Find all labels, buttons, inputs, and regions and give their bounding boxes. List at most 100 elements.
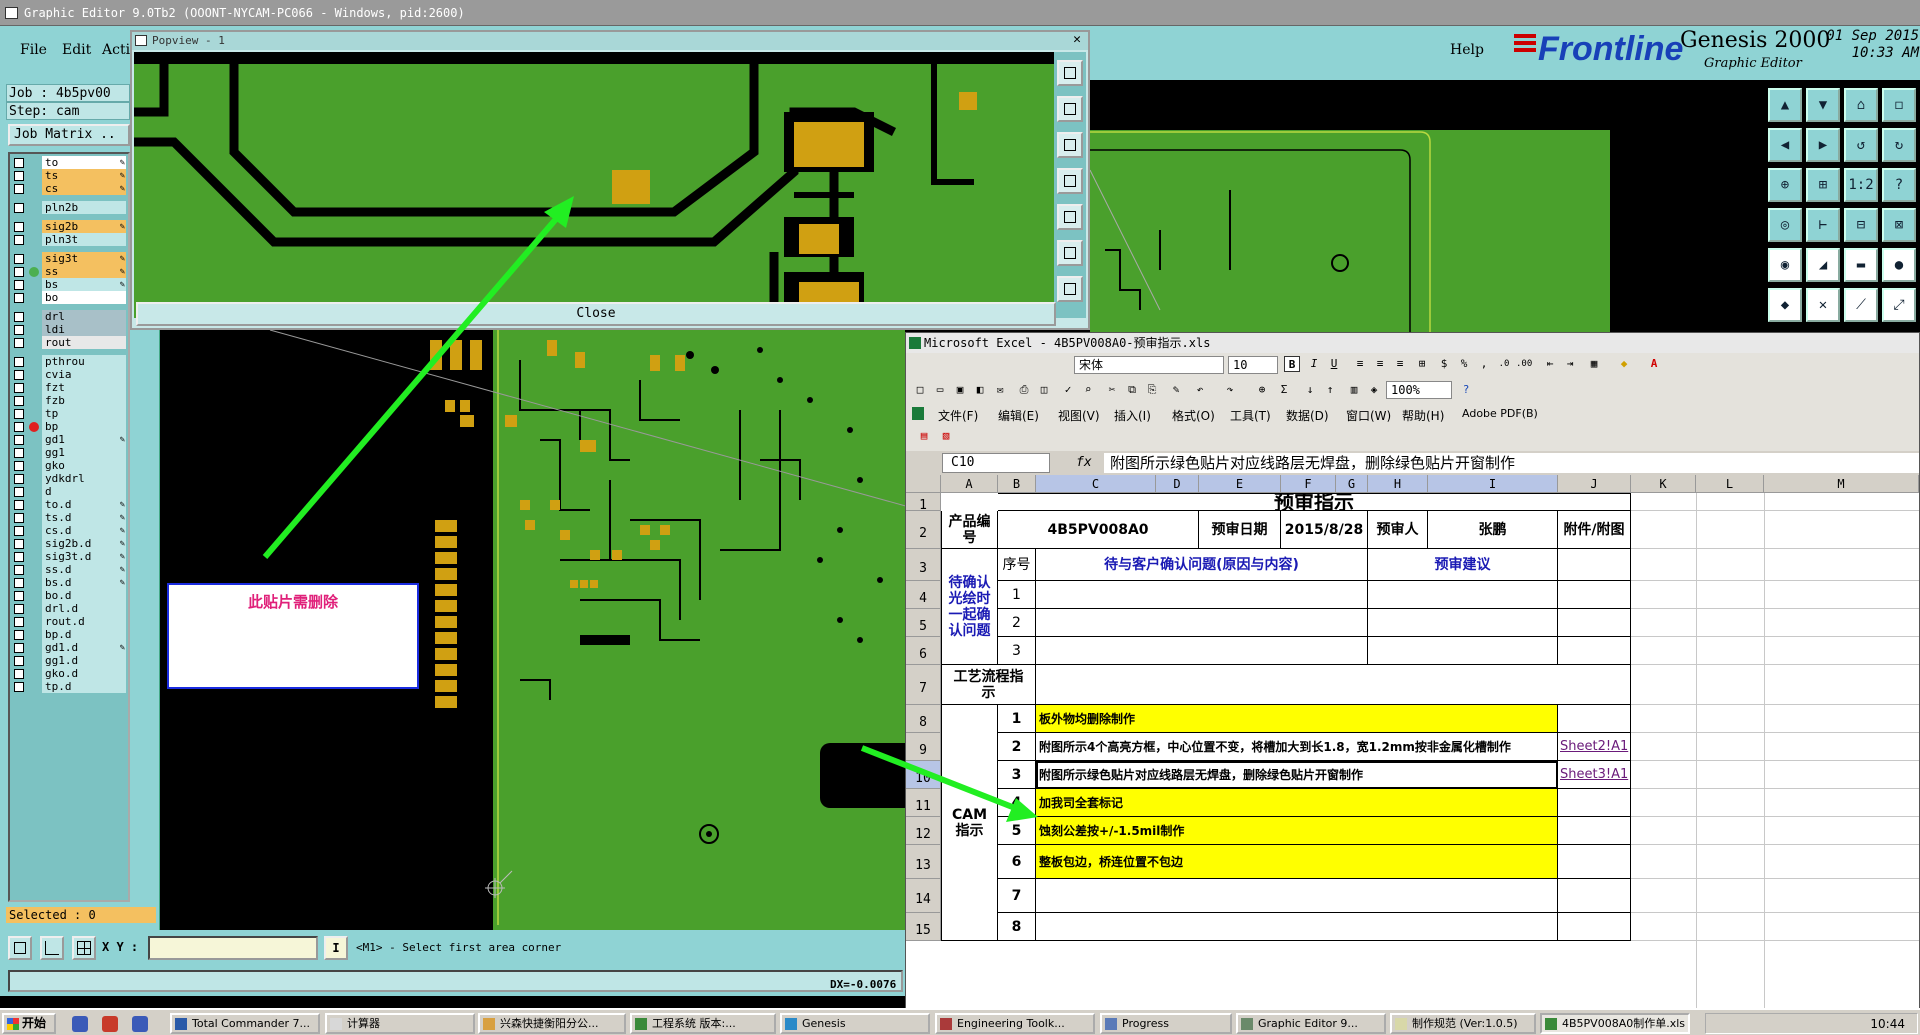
column-header[interactable]: E [1199, 475, 1281, 493]
chart-wizard-icon[interactable]: ▥ [1346, 382, 1362, 398]
zoom-home-button[interactable]: ▲ [1768, 88, 1802, 122]
sheet-title[interactable]: 预审指示 [998, 493, 1631, 511]
merge-icon[interactable]: ⊞ [1414, 356, 1430, 372]
process-label[interactable]: 工艺流程指示 [941, 665, 1036, 705]
layer-checkbox[interactable] [14, 617, 24, 627]
job-matrix-button[interactable]: Job Matrix .. [8, 124, 130, 146]
cam-item-number[interactable]: 3 [998, 761, 1036, 789]
taskbar-item[interactable]: Graphic Editor 9... [1236, 1013, 1386, 1034]
save-icon[interactable]: ▣ [952, 382, 968, 398]
attachment-cell[interactable] [1558, 609, 1631, 637]
xl-menu-adobe[interactable]: Adobe PDF(B) [1462, 407, 1538, 420]
layer-row-bs-d[interactable]: bs.d ✎ [12, 576, 128, 590]
attachment-cell[interactable] [1558, 581, 1631, 609]
layer-row-rout-d[interactable]: rout.d [12, 615, 128, 629]
open-icon[interactable]: ▭ [932, 382, 948, 398]
cam-item-text[interactable]: 蚀刻公差按+/-1.5mil制作 [1036, 817, 1558, 845]
row-header[interactable]: 2 [906, 511, 941, 549]
suggest-header[interactable]: 预审建议 [1368, 549, 1558, 581]
seq-label[interactable]: 序号 [998, 549, 1036, 581]
taskbar-item[interactable]: Progress [1100, 1013, 1232, 1034]
layer-row-gg1-d[interactable]: gg1.d [12, 654, 128, 668]
layer-row-ldi[interactable]: ldi [12, 323, 128, 337]
layer-name[interactable]: fzb [42, 394, 126, 407]
active-cell[interactable]: 附图所示绿色贴片对应线路层无焊盘，删除绿色贴片开窗制作 [1036, 761, 1558, 789]
indent-icon[interactable]: ⇥ [1562, 356, 1578, 372]
popview-close-icon[interactable]: ✕ [1070, 33, 1084, 48]
font-color-icon[interactable]: A [1646, 356, 1662, 372]
row-header[interactable]: 4 [906, 581, 941, 609]
xl-menu-help[interactable]: 帮助(H) [1402, 407, 1444, 424]
layer-row-gd1[interactable]: gd1 ✎ [12, 433, 128, 447]
sheet-link[interactable]: Sheet2!A1 [1558, 733, 1631, 761]
research-icon[interactable]: ⌕ [1080, 382, 1096, 398]
cam-item-number[interactable]: 8 [998, 913, 1036, 941]
seq-number[interactable]: 2 [998, 609, 1036, 637]
cam-item-number[interactable]: 4 [998, 789, 1036, 817]
pad-button[interactable]: ▬ [1844, 248, 1878, 282]
cam-item-text[interactable]: 整板包边，桥连位置不包边 [1036, 845, 1558, 879]
zoom-back-button[interactable]: ↺ [1844, 128, 1878, 162]
layer-name[interactable]: ydkdrl [42, 472, 126, 485]
layer-name[interactable]: d [42, 485, 126, 498]
layer-checkbox[interactable] [14, 669, 24, 679]
attachment-cell[interactable] [1558, 789, 1631, 817]
bold-icon[interactable]: B [1284, 356, 1300, 372]
grid-button[interactable] [72, 936, 96, 960]
layer-row-to-d[interactable]: to.d ✎ [12, 498, 128, 512]
layer-row-bp-d[interactable]: bp.d [12, 628, 128, 642]
layer-checkbox[interactable] [14, 539, 24, 549]
column-header[interactable]: F [1281, 475, 1336, 493]
arc-button[interactable]: ● [1882, 248, 1916, 282]
column-header[interactable]: J [1558, 475, 1631, 493]
row-header[interactable]: 14 [906, 879, 941, 913]
redo-icon[interactable]: ↷ [1222, 382, 1238, 398]
copy-icon[interactable]: ⧉ [1124, 382, 1140, 398]
zoom-fit-button[interactable]: ⌂ [1844, 88, 1878, 122]
layer-row-bs[interactable]: bs ✎ [12, 278, 128, 292]
underline-icon[interactable]: U [1326, 356, 1342, 372]
pv-pan-left-button[interactable] [1057, 168, 1083, 194]
layer-row-sig2b-d[interactable]: sig2b.d ✎ [12, 537, 128, 551]
popview-close-button[interactable]: Close [136, 302, 1056, 326]
measure-button[interactable]: ⊢ [1806, 208, 1840, 242]
row-header[interactable]: 5 [906, 609, 941, 637]
attachment-cell[interactable] [1558, 549, 1631, 581]
layer-name[interactable]: pln2b [42, 201, 126, 214]
popview-window[interactable]: Popview - 1 ✕ Close [130, 30, 1090, 330]
layer-name[interactable]: cvia [42, 368, 126, 381]
cam-item-text[interactable] [1036, 913, 1558, 941]
taskbar-item[interactable]: Engineering Toolk... [935, 1013, 1095, 1034]
seq-number[interactable]: 1 [998, 581, 1036, 609]
drc-button[interactable]: ⊟ [1844, 208, 1878, 242]
column-header[interactable]: A [941, 475, 998, 493]
zoom-1to1-button[interactable]: 1:2 [1844, 168, 1878, 202]
xl-menu-window[interactable]: 窗口(W) [1346, 407, 1391, 424]
column-header[interactable]: K [1631, 475, 1696, 493]
email-icon[interactable]: ✉ [992, 382, 1008, 398]
layer-checkbox[interactable] [14, 487, 24, 497]
percent-icon[interactable]: % [1456, 356, 1472, 372]
quick-launch-icon[interactable] [132, 1016, 148, 1032]
reviewer-label[interactable]: 预审人 [1368, 511, 1428, 549]
pv-zoom-home-button[interactable] [1057, 60, 1083, 86]
xl-menu-insert[interactable]: 插入(I) [1114, 407, 1151, 424]
layer-name[interactable]: ss [42, 265, 126, 278]
review-date[interactable]: 2015/8/28 [1281, 511, 1368, 549]
layer-checkbox[interactable] [14, 513, 24, 523]
clear-button[interactable]: ◆ [1768, 288, 1802, 322]
layer-checkbox[interactable] [14, 184, 24, 194]
layer-row-drl[interactable]: drl [12, 310, 128, 324]
xl-menu-tools[interactable]: 工具(T) [1230, 407, 1271, 424]
xl-menu-format[interactable]: 格式(O) [1172, 407, 1215, 424]
layer-row-gg1[interactable]: gg1 [12, 446, 128, 460]
spelling-icon[interactable]: ✓ [1060, 382, 1076, 398]
pv-pan-up-button[interactable] [1057, 96, 1083, 122]
drill-button[interactable]: ◉ [1768, 248, 1802, 282]
pan-right-button[interactable]: ▶ [1806, 128, 1840, 162]
layer-name[interactable]: bs.d [42, 576, 126, 589]
review-date-label[interactable]: 预审日期 [1199, 511, 1281, 549]
sort-desc-icon[interactable]: ↑ [1322, 382, 1338, 398]
layer-checkbox[interactable] [14, 578, 24, 588]
cam-item-text[interactable]: 附图所示4个高亮方框，中心位置不变，将槽加大到长1.8，宽1.2mm按非金属化槽… [1036, 733, 1558, 761]
